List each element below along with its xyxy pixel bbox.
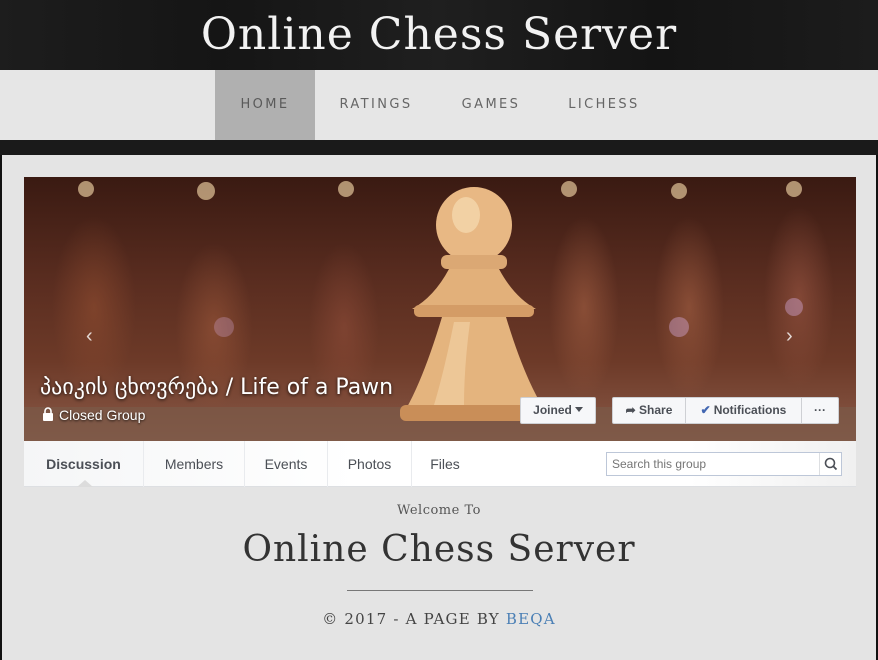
- tab-events[interactable]: Events: [245, 441, 328, 487]
- page-title: Online Chess Server: [242, 529, 636, 570]
- tab-photos[interactable]: Photos: [328, 441, 412, 487]
- author-link[interactable]: BEQA: [506, 610, 556, 628]
- checkmark-icon: ✔: [700, 403, 711, 417]
- tab-files[interactable]: Files: [412, 441, 478, 487]
- carousel-prev-arrow[interactable]: ‹: [86, 325, 93, 348]
- lock-icon: [43, 407, 53, 421]
- joined-button[interactable]: Joined: [520, 397, 596, 424]
- credit-line: © 2017 - A PAGE BY BEQA: [2, 610, 876, 628]
- active-tab-indicator: [77, 480, 93, 487]
- caret-down-icon: [574, 407, 583, 412]
- site-header: Online Chess Server: [0, 0, 878, 70]
- group-name: პაიკის ცხოვრება / Life of a Pawn: [40, 375, 394, 400]
- tab-members[interactable]: Members: [144, 441, 245, 487]
- notifications-label: Notifications: [713, 403, 787, 417]
- carousel-next-arrow[interactable]: ›: [786, 325, 793, 348]
- header-divider-strip: [0, 140, 878, 155]
- site-title: Online Chess Server: [200, 9, 678, 60]
- group-search: [606, 452, 842, 476]
- group-search-input[interactable]: [607, 453, 817, 475]
- nav-ratings[interactable]: RATINGS: [330, 70, 422, 140]
- welcome-text: Welcome To: [397, 503, 481, 518]
- title-divider: [347, 590, 533, 591]
- share-arrow-icon: ➦: [625, 403, 636, 417]
- nav-games[interactable]: GAMES: [452, 70, 530, 140]
- more-options-button[interactable]: ···: [801, 397, 839, 424]
- group-cover-photo: ‹ › პაიკის ცხოვრება / Life of a Pawn Clo…: [24, 177, 856, 441]
- main-nav: HOME RATINGS GAMES LICHESS: [0, 70, 878, 140]
- search-button[interactable]: [819, 453, 841, 475]
- share-button[interactable]: ➦ Share: [612, 397, 686, 424]
- joined-label: Joined: [533, 403, 572, 417]
- group-tabs: Discussion Members Events Photos Files: [24, 441, 856, 487]
- search-icon: [824, 457, 838, 471]
- group-privacy: Closed Group: [42, 407, 145, 423]
- group-privacy-label: Closed Group: [59, 407, 146, 423]
- notifications-button[interactable]: ✔ Notifications: [685, 397, 802, 424]
- share-label: Share: [639, 403, 673, 417]
- credit-text: © 2017 - A PAGE BY: [322, 610, 506, 628]
- main-content: ‹ › პაიკის ცხოვრება / Life of a Pawn Clo…: [2, 155, 876, 660]
- nav-lichess[interactable]: LICHESS: [560, 70, 648, 140]
- nav-home[interactable]: HOME: [215, 70, 315, 140]
